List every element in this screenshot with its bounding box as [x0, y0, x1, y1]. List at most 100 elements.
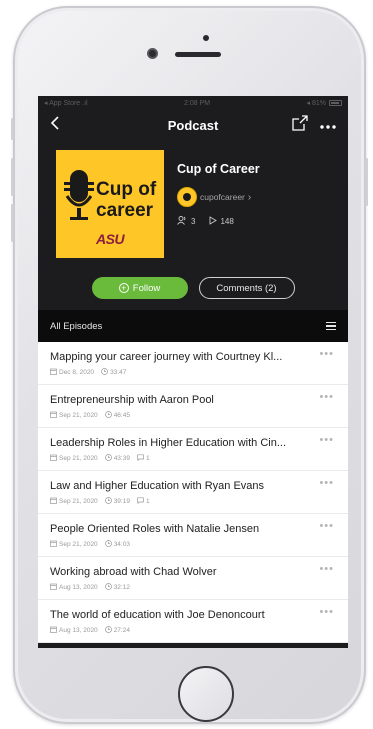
episode-row[interactable]: Leadership Roles in Higher Education wit…: [38, 428, 348, 471]
episode-row[interactable]: Entrepreneurship with Aaron Pool Sep 21,…: [38, 385, 348, 428]
nav-bar: Podcast: [38, 110, 348, 140]
episode-meta: Dec 8, 2020 33:47: [50, 368, 336, 377]
plus-icon: +: [118, 283, 129, 293]
episode-date-meta: Aug 13, 2020: [50, 626, 98, 635]
sort-menu-icon[interactable]: [326, 321, 336, 331]
calendar-icon: [50, 454, 57, 463]
episode-duration-meta: 46:45: [104, 411, 130, 420]
episode-date: Sep 21, 2020: [59, 498, 98, 505]
episodes-title: All Episodes: [50, 320, 103, 332]
episode-row[interactable]: Law and Higher Education with Ryan Evans…: [38, 471, 348, 514]
episode-more-icon[interactable]: •••: [319, 477, 334, 489]
episode-row[interactable]: Working abroad with Chad Wolver Aug 13, …: [38, 557, 348, 600]
author-name: cupofcareer: [200, 192, 245, 202]
podcast-cover-art[interactable]: Cup of career ASU: [56, 150, 164, 258]
status-carrier: ◂ App Store .ıl: [44, 100, 88, 107]
episode-date-meta: Sep 21, 2020: [50, 497, 98, 506]
episode-more-icon[interactable]: •••: [319, 434, 334, 446]
home-button[interactable]: [178, 666, 234, 722]
episode-date-meta: Sep 21, 2020: [50, 454, 98, 463]
episode-row[interactable]: Mapping your career journey with Courtne…: [38, 342, 348, 385]
episode-comments-meta: 1: [137, 454, 150, 463]
episode-title: Law and Higher Education with Ryan Evans: [50, 480, 265, 492]
calendar-icon: [50, 540, 57, 549]
episode-meta: Sep 21, 2020 39:19 1: [50, 497, 336, 506]
chevron-right-icon: ›: [247, 191, 252, 203]
calendar-icon: [50, 497, 57, 506]
cover-title-line2: career: [96, 200, 154, 221]
episode-meta: Sep 21, 2020 46:45: [50, 411, 336, 420]
more-options-icon[interactable]: [320, 116, 336, 134]
episode-date: Sep 21, 2020: [59, 455, 98, 462]
episode-more-icon[interactable]: •••: [319, 391, 334, 403]
comments-label: Comments (2): [216, 282, 277, 294]
podcast-header: Cup of career ASU Cup of Career cupofcar…: [38, 140, 348, 260]
episode-date: Sep 21, 2020: [59, 541, 98, 548]
calendar-icon: [50, 368, 57, 377]
comment-icon: [137, 497, 144, 506]
episode-title: The world of education with Joe Denoncou…: [50, 609, 265, 621]
episode-more-icon[interactable]: •••: [319, 520, 334, 532]
comments-button[interactable]: Comments (2): [198, 277, 295, 299]
calendar-icon: [50, 626, 57, 635]
app-screen: ◂ App Store .ıl 2:08 PM ◂ 81% Podcast Cu…: [38, 96, 348, 648]
episode-title: People Oriented Roles with Natalie Jense…: [50, 523, 260, 535]
author-avatar: [177, 187, 197, 207]
front-camera: [147, 48, 158, 59]
front-sensor: [203, 35, 209, 41]
episode-duration: 32:12: [113, 584, 130, 591]
subscribers-icon: [177, 216, 188, 227]
follow-button[interactable]: + Follow: [91, 277, 188, 299]
episode-date-meta: Sep 21, 2020: [50, 540, 98, 549]
episode-date: Aug 13, 2020: [59, 584, 98, 591]
episode-meta: Sep 21, 2020 34:03: [50, 540, 336, 549]
episode-duration: 34:03: [113, 541, 130, 548]
episode-list: Mapping your career journey with Courtne…: [38, 342, 348, 643]
power-button: [365, 158, 368, 206]
episode-meta: Sep 21, 2020 43:39 1: [50, 454, 336, 463]
episode-more-icon[interactable]: •••: [319, 606, 334, 618]
clock-icon: [104, 583, 112, 592]
episode-comment-count: 1: [145, 455, 150, 462]
episode-duration: 43:39: [113, 455, 130, 462]
episode-duration: 33:47: [110, 369, 127, 376]
cover-asu-logo: ASU: [96, 231, 125, 247]
status-bar: ◂ App Store .ıl 2:08 PM ◂ 81%: [38, 96, 348, 110]
author-link[interactable]: cupofcareer ›: [177, 187, 260, 207]
episode-duration-meta: 32:12: [104, 583, 130, 592]
clock-icon: [104, 540, 112, 549]
episode-duration: 46:45: [113, 412, 130, 419]
episode-duration-meta: 39:19: [104, 497, 130, 506]
episode-meta: Aug 13, 2020 32:12: [50, 583, 336, 592]
subscribers-stat: 3: [177, 216, 195, 227]
back-icon[interactable]: [50, 115, 60, 135]
plays-count: 148: [220, 217, 234, 226]
episode-comment-count: 1: [145, 498, 150, 505]
mute-switch: [11, 118, 14, 140]
clock-icon: [104, 626, 112, 635]
podcast-name: Cup of Career: [177, 162, 260, 176]
nav-actions: [292, 114, 336, 136]
status-right: ◂ 81%: [307, 99, 342, 107]
episode-title: Mapping your career journey with Courtne…: [50, 351, 283, 363]
episode-more-icon[interactable]: •••: [319, 563, 334, 575]
episode-more-icon[interactable]: •••: [319, 348, 334, 360]
calendar-icon: [50, 583, 57, 592]
episode-title: Entrepreneurship with Aaron Pool: [50, 394, 214, 406]
battery-icon: [328, 100, 342, 106]
episode-row[interactable]: The world of education with Joe Denoncou…: [38, 600, 348, 643]
episode-date-meta: Dec 8, 2020: [50, 368, 94, 377]
share-icon[interactable]: [292, 114, 308, 136]
clock-icon: [104, 411, 112, 420]
episode-duration: 27:24: [113, 627, 130, 634]
episode-date: Dec 8, 2020: [59, 369, 95, 376]
episode-row[interactable]: People Oriented Roles with Natalie Jense…: [38, 514, 348, 557]
episode-date-meta: Sep 21, 2020: [50, 411, 98, 420]
subscribers-count: 3: [191, 217, 196, 226]
episode-date: Sep 21, 2020: [59, 412, 98, 419]
episode-date: Aug 13, 2020: [59, 627, 98, 634]
status-battery-text: ◂ 81%: [306, 100, 326, 107]
follow-label: Follow: [132, 282, 161, 294]
episode-duration-meta: 33:47: [101, 368, 126, 377]
calendar-icon: [50, 411, 57, 420]
